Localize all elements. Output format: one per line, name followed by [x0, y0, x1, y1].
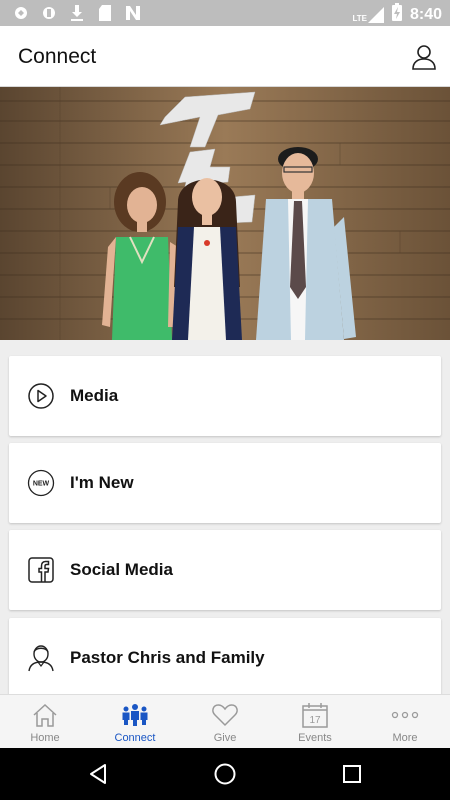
tab-connect[interactable]: Connect	[90, 695, 180, 748]
menu-item-label: Media	[70, 386, 119, 405]
menu-item-social-media[interactable]: Social Media	[9, 530, 441, 610]
tab-events[interactable]: 17 Events	[270, 695, 360, 748]
home-nav-button[interactable]	[213, 762, 237, 786]
hero-image	[0, 87, 450, 340]
new-badge-icon: NEW	[27, 469, 55, 497]
calendar-day: 17	[309, 715, 321, 726]
connect-menu-list: Media NEW I'm New Social Media Pastor Ch…	[0, 340, 450, 694]
tab-home[interactable]: Home	[0, 695, 90, 748]
lte-signal-icon: LTE	[352, 6, 384, 23]
menu-item-media[interactable]: Media	[9, 356, 441, 436]
menu-item-label: Pastor Chris and Family	[70, 648, 265, 667]
person-icon	[412, 45, 436, 70]
app-header: Connect	[0, 26, 450, 87]
recents-button[interactable]	[340, 762, 364, 786]
menu-item-label: Social Media	[70, 560, 173, 579]
page-title: Connect	[18, 45, 97, 68]
n-app-icon	[124, 4, 142, 22]
menu-item-label: I'm New	[70, 473, 134, 492]
circle-home-icon	[214, 763, 236, 785]
tab-more[interactable]: More	[360, 695, 450, 748]
sd-card-icon	[96, 4, 114, 22]
tab-label: Events	[298, 732, 332, 744]
more-dots-icon	[390, 701, 420, 729]
home-icon	[30, 701, 60, 729]
profile-button[interactable]	[410, 43, 438, 71]
menu-item-im-new[interactable]: NEW I'm New	[9, 443, 441, 523]
network-label: LTE	[352, 13, 367, 23]
play-circle-icon	[27, 382, 55, 410]
bottom-tab-bar: Home Connect Give 17 Events More	[0, 694, 450, 748]
download-icon	[68, 4, 86, 22]
tab-label: Connect	[114, 732, 156, 744]
tab-label: More	[392, 732, 418, 744]
system-nav-bar	[0, 748, 450, 800]
notification-icon	[40, 4, 58, 22]
new-badge-text: NEW	[33, 481, 50, 488]
menu-item-pastor-chris[interactable]: Pastor Chris and Family	[9, 618, 441, 694]
heart-icon	[210, 701, 240, 729]
notification-icon	[12, 4, 30, 22]
tab-give[interactable]: Give	[180, 695, 270, 748]
status-bar: LTE 8:40	[0, 0, 450, 26]
pastor-avatar-icon	[27, 644, 55, 672]
facebook-icon	[27, 556, 55, 584]
people-icon	[120, 701, 150, 729]
clock: 8:40	[409, 5, 442, 23]
calendar-icon: 17	[300, 701, 330, 729]
back-icon	[90, 764, 106, 784]
battery-charging-icon	[391, 3, 402, 26]
square-recents-icon	[343, 765, 361, 783]
tab-label: Give	[213, 732, 237, 744]
tab-label: Home	[30, 732, 60, 744]
back-button[interactable]	[87, 762, 111, 786]
